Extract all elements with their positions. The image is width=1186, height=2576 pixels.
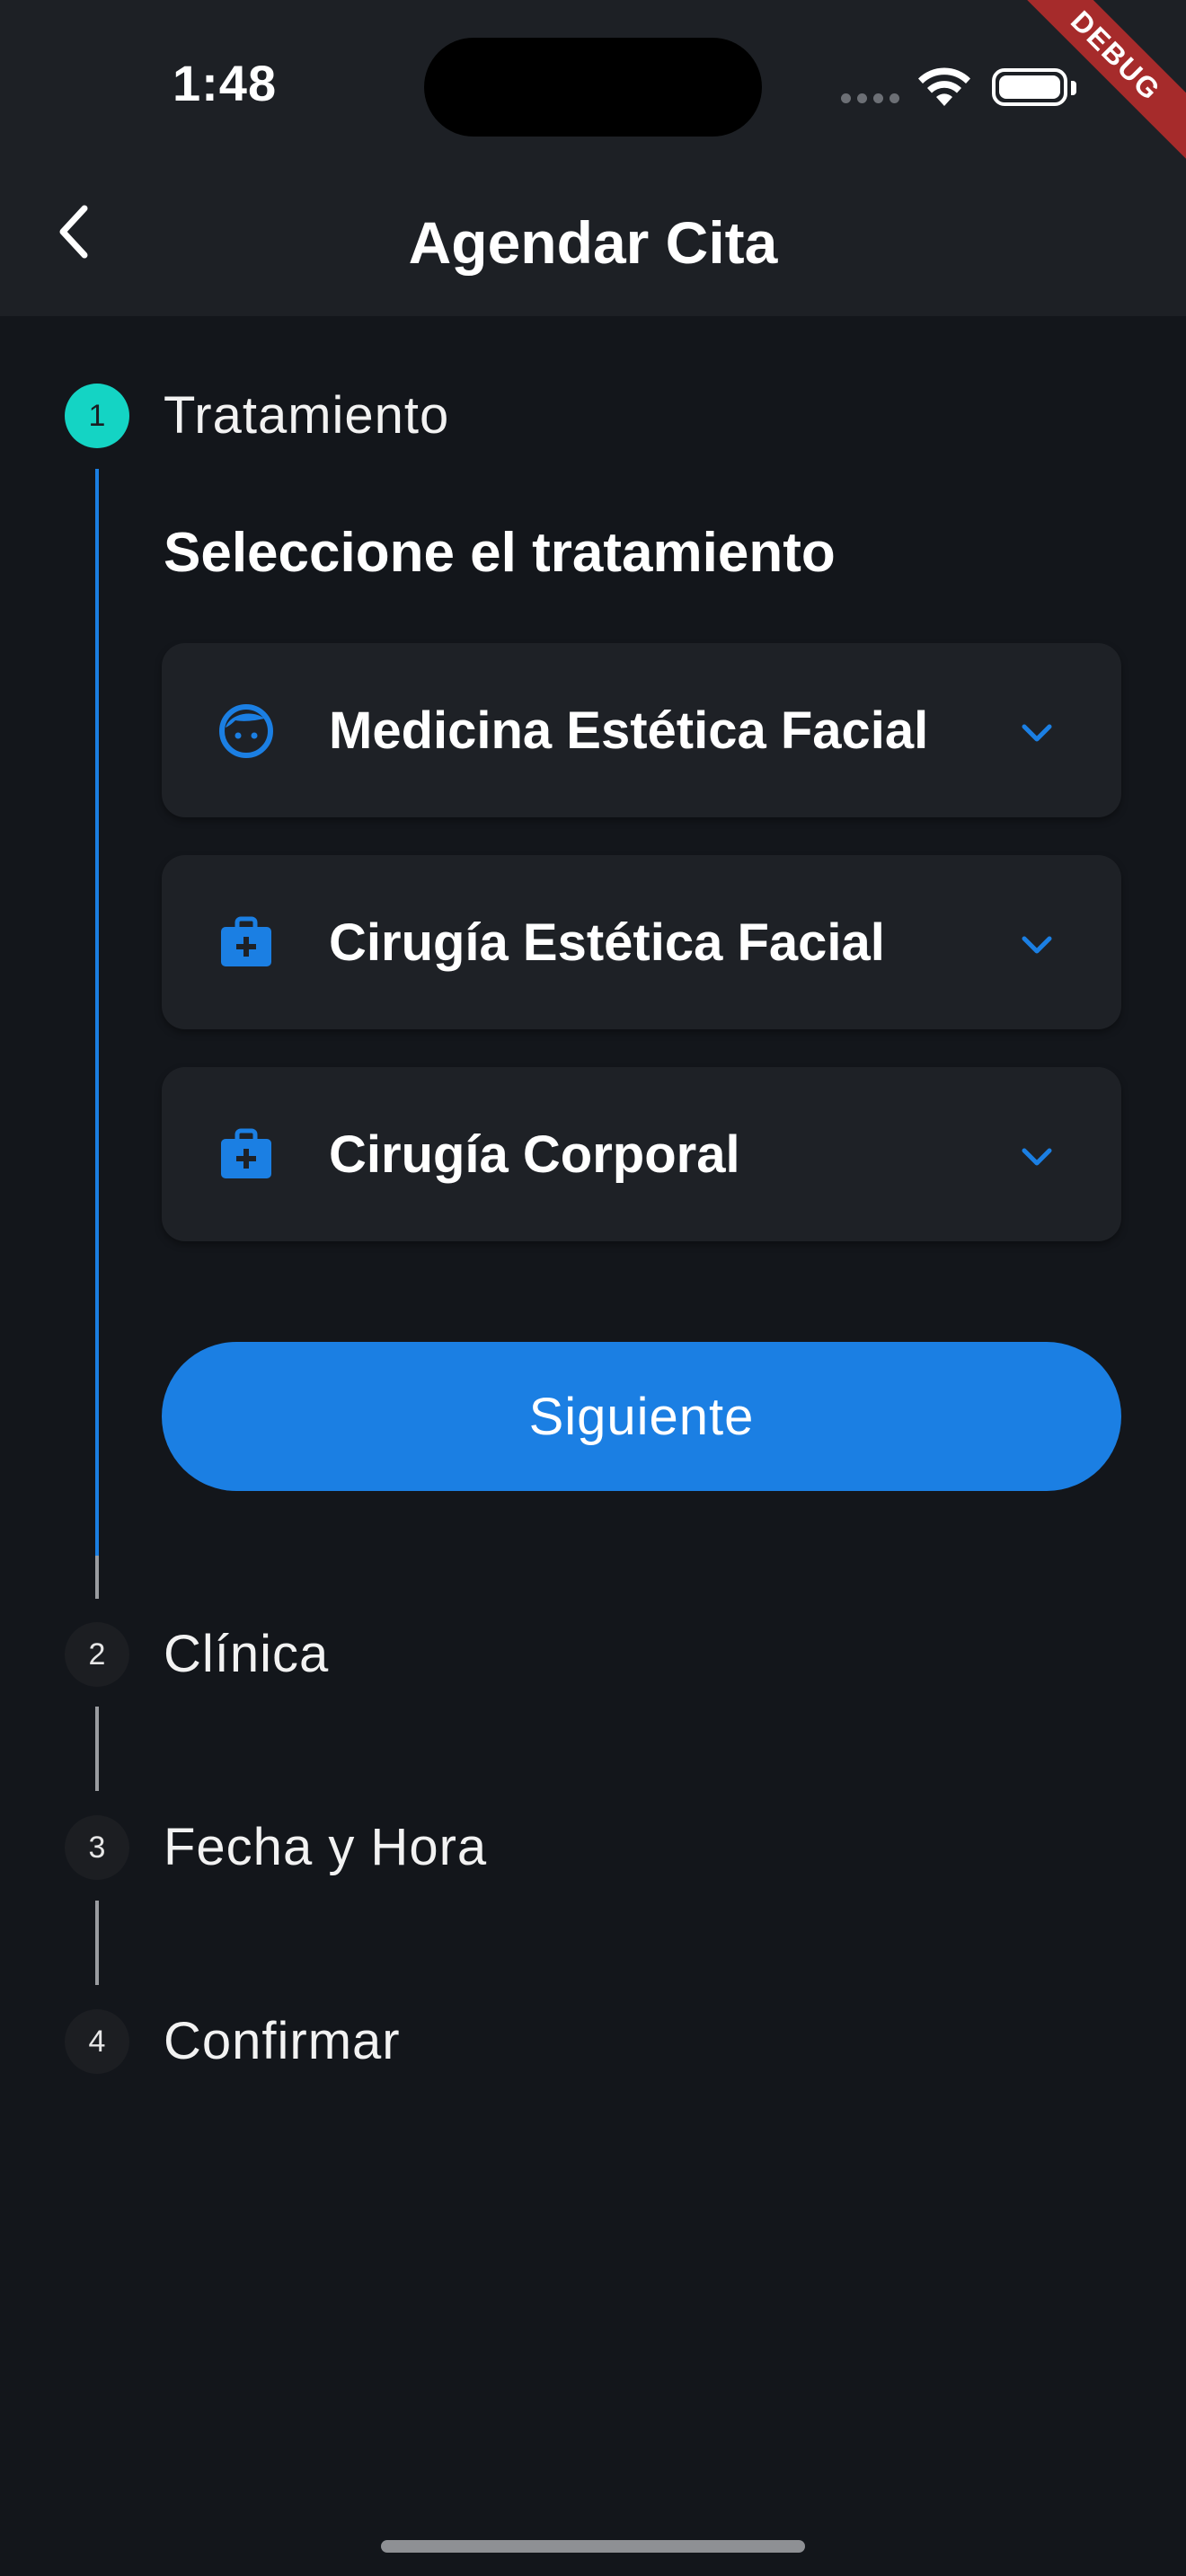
home-indicator[interactable] <box>381 2540 805 2553</box>
step-2-number: 2 <box>88 1636 106 1672</box>
treatment-option-cirugia-corporal[interactable]: Cirugía Corporal <box>162 1067 1121 1241</box>
debug-label: DEBUG <box>1006 0 1186 180</box>
step-4-label[interactable]: Confirmar <box>164 2009 401 2074</box>
chevron-down-icon <box>1022 1148 1052 1166</box>
face-icon <box>219 704 273 758</box>
step-3-number: 3 <box>88 1830 106 1865</box>
section-title: Seleccione el tratamiento <box>164 522 836 584</box>
treatment-option-medicina-estetica-facial[interactable]: Medicina Estética Facial <box>162 643 1121 817</box>
status-time: 1:48 <box>173 55 278 111</box>
step-2-label[interactable]: Clínica <box>164 1622 329 1687</box>
step-3-indicator[interactable]: 3 <box>65 1815 129 1880</box>
cellular-signal-icon <box>841 93 899 103</box>
option-label: Cirugía Corporal <box>329 1125 740 1184</box>
step-2-connector <box>95 1707 99 1791</box>
treatment-option-cirugia-estetica-facial[interactable]: Cirugía Estética Facial <box>162 855 1121 1029</box>
chevron-down-icon <box>1022 724 1052 742</box>
step-2-indicator[interactable]: 2 <box>65 1622 129 1687</box>
next-button[interactable]: Siguiente <box>162 1342 1121 1491</box>
wifi-icon <box>916 66 972 112</box>
step-3-connector <box>95 1901 99 1985</box>
option-label: Cirugía Estética Facial <box>329 913 885 972</box>
step-4-indicator[interactable]: 4 <box>65 2009 129 2074</box>
step-4-number: 4 <box>88 2024 106 2059</box>
step-3-label[interactable]: Fecha y Hora <box>164 1815 487 1880</box>
chevron-down-icon <box>1022 936 1052 954</box>
option-label: Medicina Estética Facial <box>329 701 929 760</box>
step-1-connector <box>95 1556 99 1599</box>
step-1-number: 1 <box>88 398 106 433</box>
page-title: Agendar Cita <box>408 209 778 276</box>
debug-banner: DEBUG <box>1006 0 1186 180</box>
step-1-indicator[interactable]: 1 <box>65 384 129 448</box>
step-1-label[interactable]: Tratamiento <box>164 384 449 448</box>
step-1-connector-active <box>95 469 99 1556</box>
medical-bag-icon <box>221 1128 271 1178</box>
dynamic-island <box>424 38 762 137</box>
medical-bag-icon <box>221 916 271 966</box>
